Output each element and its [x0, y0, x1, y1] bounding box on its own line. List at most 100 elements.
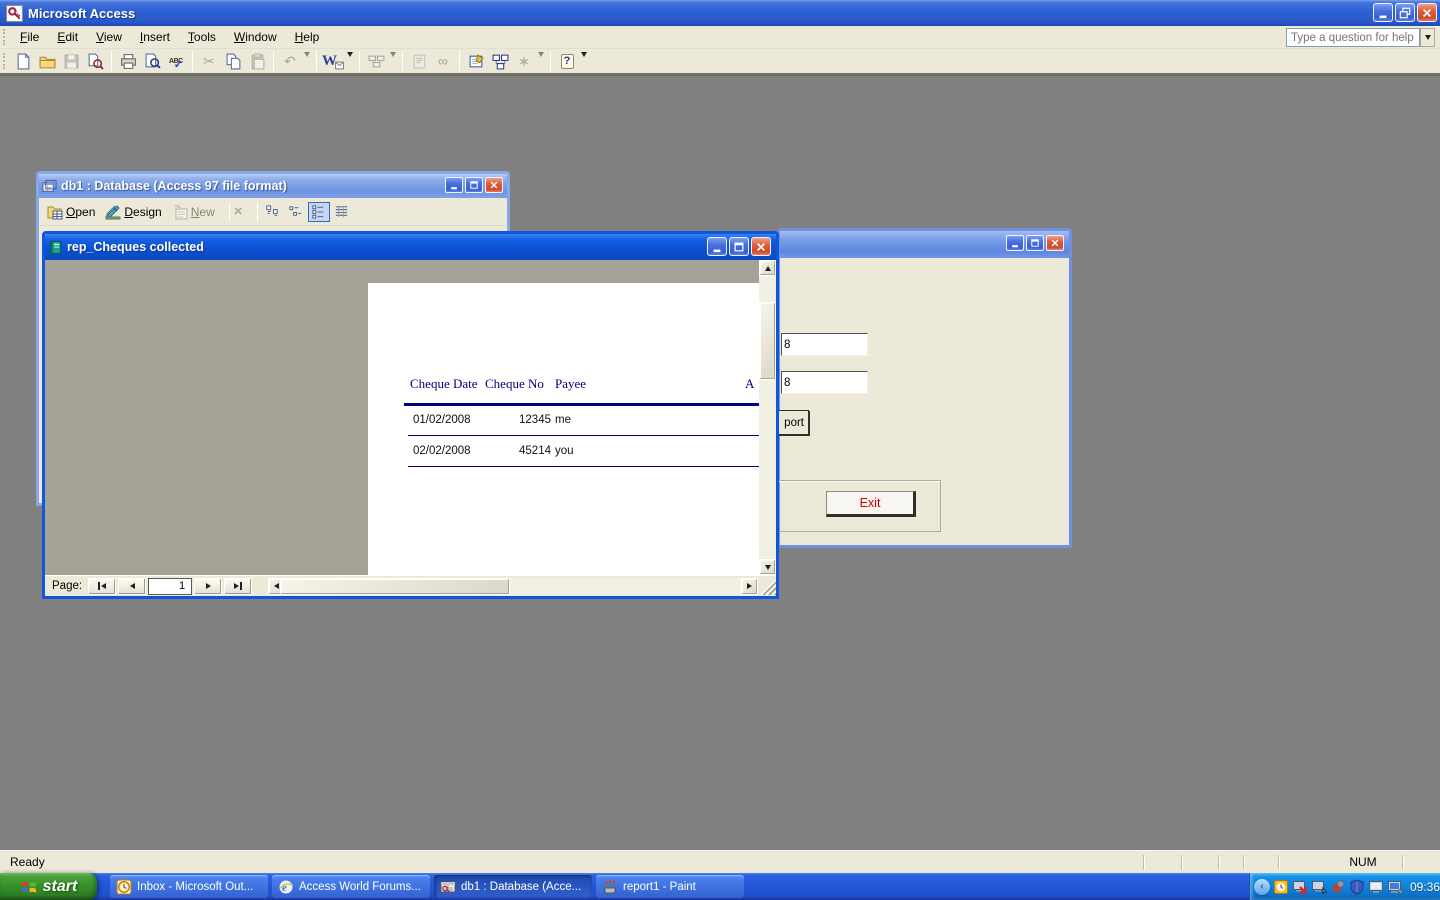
db-delete-button[interactable]: × [234, 203, 243, 220]
print-icon[interactable] [117, 50, 139, 72]
db-design-button[interactable]: Design [105, 204, 162, 220]
access-app-icon [6, 4, 23, 22]
db-new-button[interactable]: New [172, 203, 215, 220]
menu-view[interactable]: View [87, 27, 131, 47]
vertical-scrollbar[interactable] [759, 260, 776, 575]
toolbar-grip[interactable] [3, 29, 8, 45]
undo-dropdown-icon[interactable] [302, 51, 312, 66]
officelinks-dropdown-icon[interactable] [345, 51, 355, 66]
new-object-icon[interactable]: ∗ [513, 50, 535, 72]
menu-help[interactable]: Help [286, 27, 329, 47]
tray-firewall-shield-icon[interactable] [1349, 878, 1365, 895]
form-window-titlebar[interactable] [780, 231, 1069, 258]
last-page-button[interactable] [224, 577, 253, 595]
small-icons-toggle[interactable] [285, 202, 307, 222]
tray-remote-desktop-icon[interactable] [1311, 879, 1327, 895]
horizontal-scrollbar[interactable] [268, 577, 758, 595]
taskbar-item-outlook[interactable]: Inbox - Microsoft Out... [110, 875, 268, 898]
toolbar-separator [192, 51, 193, 71]
tray-computer-icon[interactable] [1387, 879, 1403, 895]
vertical-scroll-thumb[interactable] [759, 302, 776, 380]
tray-collapse-chevron-icon[interactable]: ‹ [1254, 878, 1270, 895]
large-icons-toggle[interactable] [262, 202, 284, 222]
main-toolbar: ABC ✓ ✂ ↶ W ∞ ∗ ? [0, 49, 1440, 76]
new-file-icon[interactable] [12, 50, 34, 72]
report-maximize-button[interactable] [729, 237, 749, 256]
report-window-titlebar[interactable]: rep_Cheques collected [45, 234, 776, 260]
db-window-titlebar[interactable]: db1 : Database (Access 97 file format) [39, 174, 507, 198]
tray-reminder-clock-icon[interactable] [1273, 879, 1289, 895]
details-view-toggle[interactable] [331, 202, 353, 222]
question-help-dropdown-icon[interactable] [1420, 28, 1435, 47]
scroll-up-icon[interactable] [759, 260, 776, 276]
start-label: start [42, 877, 78, 895]
file-search-icon[interactable] [84, 50, 106, 72]
menu-insert[interactable]: Insert [131, 27, 179, 47]
db-minimize-button[interactable] [445, 177, 463, 193]
help-icon[interactable]: ? [556, 50, 578, 72]
spelling-icon[interactable]: ABC ✓ [165, 50, 187, 72]
menu-bar: File Edit View Insert Tools Window Help [0, 26, 1440, 49]
scroll-right-icon[interactable] [741, 577, 758, 595]
menu-file[interactable]: File [11, 27, 48, 47]
tray-display-error-icon[interactable] [1292, 879, 1308, 895]
form-text-field-1[interactable]: 8 [781, 333, 868, 356]
properties-icon[interactable] [465, 50, 487, 72]
copy-icon[interactable] [222, 50, 244, 72]
link-icon[interactable]: ∞ [432, 50, 454, 72]
form-minimize-button[interactable] [1006, 235, 1024, 251]
taskbar: start Inbox - Microsoft Out... e Access … [0, 873, 1440, 900]
taskbar-item-paint[interactable]: report1 - Paint [596, 875, 744, 898]
previous-page-button[interactable] [118, 577, 147, 595]
menu-window[interactable]: Window [225, 27, 286, 47]
relationships-icon[interactable] [489, 50, 511, 72]
resize-grip[interactable] [758, 577, 776, 595]
help-dropdown-icon[interactable] [579, 51, 589, 66]
new-object-dropdown-icon[interactable] [536, 51, 546, 66]
cut-icon[interactable]: ✂ [198, 50, 220, 72]
question-help-input[interactable] [1286, 28, 1420, 47]
toolbar-separator [273, 51, 274, 71]
scroll-down-icon[interactable] [759, 559, 776, 575]
exit-button[interactable]: Exit [826, 491, 916, 517]
report-page[interactable]: Cheque Date Cheque No Payee A 01/02/2008… [368, 283, 759, 575]
form-text-field-2[interactable]: 8 [781, 371, 868, 394]
start-button[interactable]: start [0, 873, 97, 900]
tray-volume-blocked-icon[interactable] [1330, 879, 1346, 895]
analyze-dropdown-icon[interactable] [388, 51, 398, 66]
paste-icon[interactable] [246, 50, 268, 72]
tray-display-icon[interactable] [1368, 879, 1384, 895]
menu-tools[interactable]: Tools [179, 27, 225, 47]
db-close-button[interactable] [485, 177, 503, 193]
analyze-icon[interactable] [365, 50, 387, 72]
list-view-toggle[interactable] [307, 201, 330, 222]
status-text: Ready [10, 855, 45, 869]
officelinks-word-icon[interactable]: W [322, 50, 344, 72]
num-lock-indicator: NUM [1349, 855, 1377, 869]
save-icon[interactable] [60, 50, 82, 72]
restore-button[interactable] [1395, 3, 1415, 22]
close-button[interactable] [1417, 3, 1437, 22]
open-icon[interactable] [36, 50, 58, 72]
db-open-button[interactable]: Open [47, 204, 95, 220]
db-window-toolbar: Open Design New × [39, 198, 507, 226]
toolbar-grip[interactable] [3, 53, 8, 69]
taskbar-item-access-db[interactable]: db1 : Database (Acce... [434, 875, 592, 898]
first-page-button[interactable] [88, 577, 117, 595]
menu-edit[interactable]: Edit [48, 27, 87, 47]
outlook-icon [116, 879, 132, 894]
form-maximize-button[interactable] [1026, 235, 1044, 251]
undo-icon[interactable]: ↶ [279, 50, 301, 72]
code-icon[interactable] [408, 50, 430, 72]
form-close-button[interactable] [1046, 235, 1064, 251]
taskbar-item-browser[interactable]: e Access World Forums... [272, 875, 430, 898]
horizontal-scroll-thumb[interactable] [280, 577, 511, 595]
minimize-button[interactable] [1373, 3, 1393, 22]
db-maximize-button[interactable] [465, 177, 483, 193]
report-close-button[interactable] [751, 237, 771, 256]
report-minimize-button[interactable] [707, 237, 727, 256]
page-number-field[interactable] [148, 577, 193, 595]
print-preview-icon[interactable] [141, 50, 163, 72]
next-page-button[interactable] [194, 577, 223, 595]
col-header-cheque-date: Cheque Date [410, 376, 478, 391]
